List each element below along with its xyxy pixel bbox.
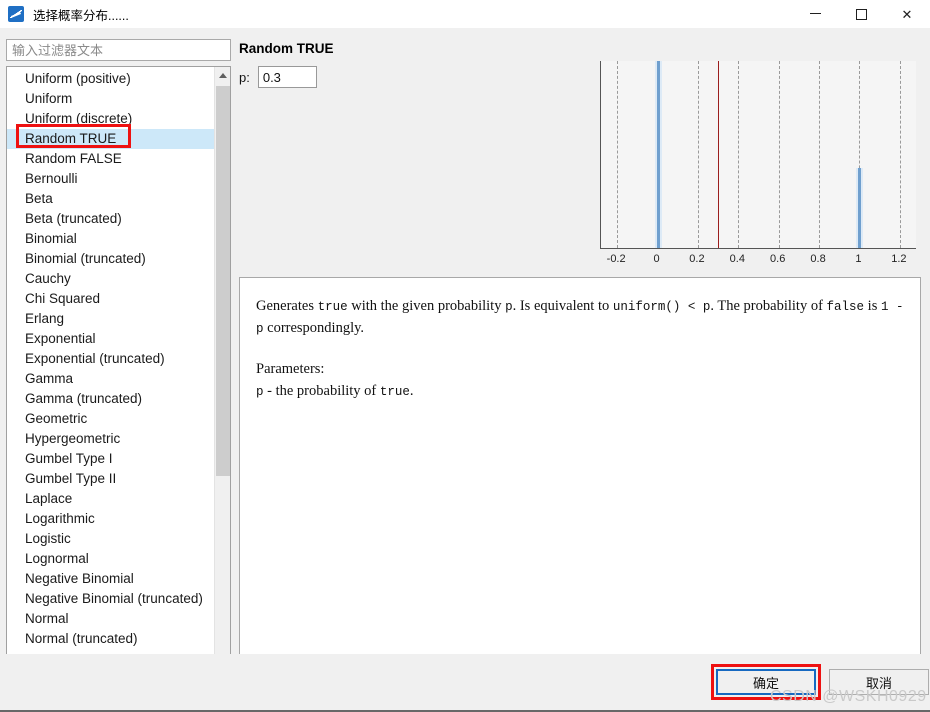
parameter-row: p: [239,66,317,88]
window-controls: ✕ [792,0,930,28]
list-item[interactable]: Gamma (truncated) [7,389,215,409]
chart-bar [654,61,662,248]
scrollbar-thumb[interactable] [216,86,230,476]
desc-code: false [826,300,865,314]
distribution-chart: -0.2 0 0.2 0.4 0.6 0.8 1 1.2 [575,31,925,296]
list-item[interactable]: Gumbel Type I [7,449,215,469]
list-item[interactable]: Hypergeometric [7,429,215,449]
gridline [819,61,821,248]
title-bar: 选择概率分布...... ✕ [0,0,930,28]
list-item[interactable]: Negative Binomial [7,569,215,589]
list-item[interactable]: Bernoulli [7,169,215,189]
distribution-list[interactable]: Uniform (positive) Uniform Uniform (disc… [6,66,231,666]
desc-code: uniform() < p [612,300,711,314]
chart-plot-area [600,61,916,249]
list-item[interactable]: Random FALSE [7,149,215,169]
description-panel: Generates true with the given probabilit… [239,277,921,665]
list-item[interactable]: Uniform [7,89,215,109]
gridline [899,61,901,248]
desc-text: correspondingly. [263,320,365,337]
gridline [738,61,740,248]
x-tick-label: 0.6 [770,253,786,265]
desc-text: is [864,298,881,314]
list-item[interactable]: Geometric [7,409,215,429]
list-item[interactable]: Normal (truncated) [7,629,215,649]
desc-text: with the given probability [347,298,506,314]
list-item[interactable]: Cauchy [7,269,215,289]
distribution-list-items: Uniform (positive) Uniform Uniform (disc… [7,67,215,665]
desc-code: true [317,300,348,314]
parameter-label: p: [239,69,250,85]
close-icon[interactable]: ✕ [884,0,930,28]
x-tick-label: -0.2 [606,253,626,265]
x-tick-label: 0.8 [810,253,826,265]
gridline [778,61,780,248]
list-item[interactable]: Gamma [7,369,215,389]
dialog-body: Uniform (positive) Uniform Uniform (disc… [0,28,930,712]
x-tick-label: 1.2 [891,253,907,265]
description-paragraph: Generates true with the given probabilit… [256,295,904,340]
list-item[interactable]: Uniform (positive) [7,69,215,89]
list-item[interactable]: Binomial [7,229,215,249]
list-item[interactable]: Exponential [7,329,215,349]
p-marker-line [718,61,720,248]
desc-code: true [379,385,410,400]
parameters-heading: Parameters: [256,360,325,377]
list-item[interactable]: Normal [7,609,215,629]
x-tick-label: 0 [653,253,660,265]
filter-input[interactable] [6,39,231,61]
distribution-title: Random TRUE [239,41,334,56]
scroll-up-icon[interactable] [215,67,230,84]
list-item[interactable]: Lognormal [7,549,215,569]
probability-distribution-dialog: 选择概率分布...... ✕ Uniform (positive) Unifor… [0,0,930,712]
desc-text: . Is equivalent to [512,298,613,314]
maximize-icon[interactable] [838,0,884,28]
desc-text: Generates [256,298,318,314]
list-item[interactable]: Logistic [7,529,215,549]
list-item[interactable]: Laplace [7,489,215,509]
list-item-selected[interactable]: Random TRUE [7,129,215,149]
window-title: 选择概率分布...... [33,8,129,23]
list-scrollbar[interactable] [214,67,230,665]
list-item[interactable]: Exponential (truncated) [7,349,215,369]
list-item[interactable]: Beta (truncated) [7,209,215,229]
list-item[interactable]: Gumbel Type II [7,469,215,489]
gridline [697,61,699,248]
list-item[interactable]: Binomial (truncated) [7,249,215,269]
desc-code: p [256,385,264,400]
chart-bar-core [858,167,862,248]
desc-text: . The probability of [710,298,827,314]
chart-bar [856,167,864,248]
list-item[interactable]: Negative Binomial (truncated) [7,589,215,609]
list-item[interactable]: Uniform (discrete) [7,109,215,129]
list-item[interactable]: Chi Squared [7,289,215,309]
watermark: CSDN @WSKH0929 [770,688,927,705]
desc-code: p [505,300,513,314]
desc-text: . [409,383,414,400]
probability-input[interactable] [257,66,317,88]
gridline [617,61,619,248]
desc-text: - the probability of [263,383,380,400]
chart-bar-core [656,61,660,248]
parameter-description: p - the probability of true. [256,380,904,402]
x-tick-label: 1 [855,253,862,265]
list-item[interactable]: Beta [7,189,215,209]
list-item[interactable]: Erlang [7,309,215,329]
list-item[interactable]: Logarithmic [7,509,215,529]
minimize-icon[interactable] [792,0,838,28]
x-tick-label: 0.4 [729,253,745,265]
chart-app-icon [8,6,24,22]
x-tick-label: 0.2 [689,253,705,265]
